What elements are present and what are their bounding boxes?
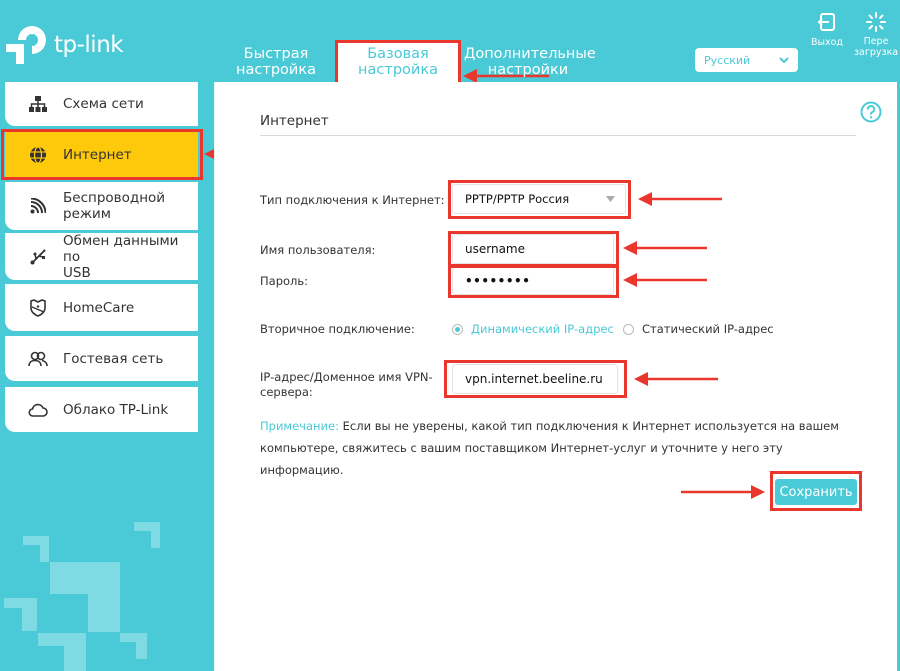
username-input[interactable]: username bbox=[452, 234, 614, 264]
logout-button[interactable]: Выход bbox=[810, 12, 844, 48]
annotation-arrow-password bbox=[623, 273, 707, 287]
sidebar-item-usb[interactable]: Обмен данными по USB bbox=[5, 233, 198, 281]
globe-icon bbox=[28, 145, 48, 165]
language-value: Русский bbox=[704, 53, 751, 67]
sidebar-item-label: Схема сети bbox=[63, 96, 144, 112]
usb-icon bbox=[28, 247, 48, 267]
radio-dynamic-ip-indicator[interactable] bbox=[452, 323, 463, 335]
sidebar-item-tp-link-cloud[interactable]: Облако TP-Link bbox=[5, 387, 198, 432]
sidebar-item-label-line1: Беспроводной bbox=[63, 190, 166, 206]
tab-quick-setup-line1: Быстрая bbox=[243, 46, 309, 62]
vpn-server-label-line2: сервера: bbox=[260, 385, 313, 399]
sidebar-item-internet[interactable]: Интернет bbox=[5, 131, 198, 178]
radio-dynamic-ip-label: Динамический IP-адрес bbox=[471, 322, 614, 336]
tab-advanced-setup-line2: настройки bbox=[487, 62, 569, 78]
language-select[interactable]: Русский bbox=[695, 48, 798, 72]
save-button[interactable]: Сохранить bbox=[775, 479, 857, 505]
tp-link-logo-icon bbox=[6, 26, 46, 64]
sidebar-item-label: HomeCare bbox=[63, 299, 135, 316]
connection-type-select[interactable]: PPTP/PPTP Россия bbox=[452, 184, 626, 214]
password-value: •••••••• bbox=[465, 274, 531, 288]
vpn-server-input[interactable]: vpn.internet.beeline.ru bbox=[452, 364, 618, 394]
radio-static-ip[interactable]: Статический IP-адрес bbox=[623, 322, 774, 336]
vpn-server-label: IP-адрес/Доменное имя VPN- сервера: bbox=[260, 370, 433, 400]
tab-quick-setup[interactable]: Быстрая настройка bbox=[236, 46, 316, 78]
chevron-down-icon bbox=[779, 56, 789, 63]
tp-link-logo: tp-link bbox=[4, 24, 124, 66]
sidebar-item-label: Интернет bbox=[63, 146, 132, 163]
vpn-server-value: vpn.internet.beeline.ru bbox=[465, 372, 603, 386]
network-map-icon bbox=[28, 94, 48, 114]
username-value: username bbox=[465, 242, 525, 256]
reboot-label-line1: Пере bbox=[863, 36, 889, 47]
section-title: Интернет bbox=[260, 113, 329, 129]
annotation-arrow-vpn-server bbox=[634, 372, 718, 386]
password-label: Пароль: bbox=[260, 274, 309, 288]
brand-name: tp-link bbox=[54, 32, 124, 58]
logout-label: Выход bbox=[810, 37, 844, 48]
sidebar-item-label: Обмен данными по USB bbox=[63, 233, 198, 281]
main-panel: Интернет Тип подключения к Интернет: PPT… bbox=[214, 82, 897, 671]
annotation-arrow-username bbox=[623, 241, 707, 255]
help-icon[interactable] bbox=[860, 101, 882, 127]
logout-icon bbox=[817, 13, 835, 31]
annotation-arrow-save bbox=[681, 485, 765, 499]
sidebar-item-label: Беспроводной режим bbox=[63, 190, 165, 222]
reboot-label-line2: загрузка bbox=[854, 47, 899, 58]
shield-icon bbox=[28, 298, 48, 318]
annotation-arrow-connection-type bbox=[638, 192, 722, 206]
sidebar-item-guest-network[interactable]: Гостевая сеть bbox=[5, 336, 198, 381]
sidebar-item-label: Облако TP-Link bbox=[63, 401, 169, 418]
reboot-button[interactable]: Пере загрузка bbox=[854, 12, 898, 58]
reboot-icon bbox=[866, 12, 886, 32]
note-label: Примечание: bbox=[260, 419, 339, 433]
tab-basic-setup[interactable]: Базовая настройка bbox=[338, 42, 458, 82]
radio-static-ip-label: Статический IP-адрес bbox=[642, 322, 774, 336]
sidebar-item-wireless[interactable]: Беспроводной режим bbox=[5, 182, 198, 230]
sidebar-item-homecare[interactable]: HomeCare bbox=[5, 284, 198, 331]
note-body: Если вы не уверены, какой тип подключени… bbox=[260, 419, 839, 477]
sidebar-item-label-line1: Обмен данными по bbox=[63, 232, 179, 265]
password-input[interactable]: •••••••• bbox=[452, 267, 614, 295]
vpn-server-label-line1: IP-адрес/Доменное имя VPN- bbox=[260, 370, 433, 384]
radio-dynamic-ip[interactable]: Динамический IP-адрес bbox=[452, 322, 614, 336]
tab-advanced-setup-line1: Дополнительные bbox=[464, 46, 596, 62]
sidebar-item-label-line2: USB bbox=[63, 264, 91, 281]
tab-quick-setup-line2: настройка bbox=[236, 62, 316, 78]
tab-advanced-setup[interactable]: Дополнительные настройки bbox=[464, 46, 596, 78]
sidebar-item-label: Гостевая сеть bbox=[63, 350, 164, 367]
connection-type-value: PPTP/PPTP Россия bbox=[465, 192, 570, 206]
wifi-icon bbox=[28, 196, 48, 216]
tab-basic-setup-line2: настройка bbox=[358, 62, 438, 78]
note-text: Примечание: Если вы не уверены, какой ти… bbox=[260, 415, 850, 481]
guests-icon bbox=[28, 349, 48, 369]
radio-static-ip-indicator[interactable] bbox=[623, 323, 634, 335]
sidebar-item-label-line2: режим bbox=[63, 206, 111, 222]
tab-basic-setup-line1: Базовая bbox=[367, 46, 429, 62]
section-divider bbox=[260, 135, 856, 136]
secondary-connection-label: Вторичное подключение: bbox=[260, 322, 415, 336]
username-label: Имя пользователя: bbox=[260, 243, 376, 257]
connection-type-label: Тип подключения к Интернет: bbox=[260, 193, 445, 207]
cloud-icon bbox=[28, 400, 48, 420]
dropdown-triangle-icon bbox=[606, 196, 615, 202]
sidebar-item-network-map[interactable]: Схема сети bbox=[5, 82, 198, 126]
